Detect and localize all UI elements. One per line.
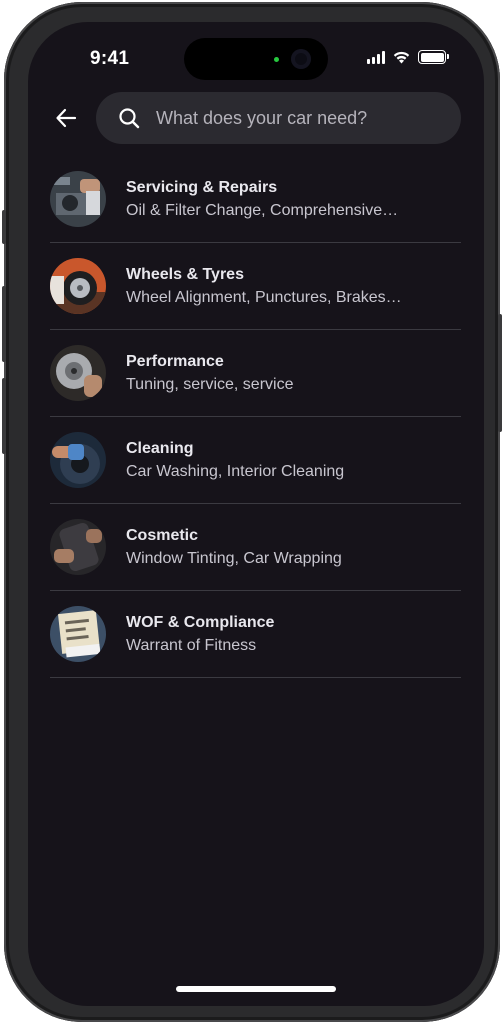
- home-indicator[interactable]: [176, 986, 336, 992]
- category-title: Cosmetic: [126, 526, 199, 544]
- back-button[interactable]: [52, 104, 80, 132]
- cosmetic-image: [50, 519, 106, 575]
- performance-image: [50, 345, 106, 401]
- category-subtitle: Car Washing, Interior Cleaning: [126, 462, 345, 480]
- category-subtitle: Oil & Filter Change, Comprehensive…: [126, 201, 399, 219]
- status-time: 9:41: [90, 48, 130, 69]
- search-input[interactable]: [154, 106, 434, 130]
- status-icons: [367, 49, 449, 65]
- battery-icon: [418, 50, 449, 64]
- privacy-indicator-icon: [274, 57, 279, 62]
- action-button: [2, 210, 6, 244]
- power-button: [498, 314, 502, 432]
- category-cosmetic[interactable]: Cosmetic Window Tinting, Car Wrapping: [50, 504, 461, 591]
- cleaning-image: [50, 432, 106, 488]
- category-title: Cleaning: [126, 439, 194, 457]
- volume-up-button: [2, 286, 6, 362]
- category-cleaning[interactable]: Cleaning Car Washing, Interior Cleaning: [50, 417, 461, 504]
- category-wheels-tyres[interactable]: Wheels & Tyres Wheel Alignment, Puncture…: [50, 243, 461, 330]
- category-subtitle: Tuning, service, service: [126, 375, 294, 393]
- wifi-icon: [393, 51, 410, 64]
- screen: 9:41 What does your car need? Servicing …: [28, 22, 484, 1006]
- wof-compliance-image: [50, 606, 106, 662]
- servicing-repairs-image: [50, 171, 106, 227]
- category-performance[interactable]: Performance Tuning, service, service: [50, 330, 461, 417]
- category-title: Wheels & Tyres: [126, 265, 244, 283]
- wheels-tyres-image: [50, 258, 106, 314]
- camera-icon: [291, 49, 311, 69]
- search-bar[interactable]: [96, 92, 461, 144]
- arrow-left-icon: [56, 108, 77, 128]
- category-title: WOF & Compliance: [126, 613, 275, 631]
- category-title: Servicing & Repairs: [126, 178, 278, 196]
- dynamic-island: [184, 38, 328, 80]
- category-wof-compliance[interactable]: WOF & Compliance Warrant of Fitness: [50, 591, 461, 678]
- search-icon: [119, 108, 140, 129]
- category-subtitle: Wheel Alignment, Punctures, Brakes…: [126, 288, 402, 306]
- category-servicing-repairs[interactable]: Servicing & Repairs Oil & Filter Change,…: [50, 156, 461, 243]
- category-list: Servicing & Repairs Oil & Filter Change,…: [50, 156, 461, 678]
- category-subtitle: Warrant of Fitness: [126, 636, 257, 654]
- phone-frame: 9:41 What does your car need? Servicing …: [2, 2, 502, 1022]
- cellular-signal-icon: [367, 50, 385, 64]
- category-subtitle: Window Tinting, Car Wrapping: [126, 549, 342, 567]
- volume-down-button: [2, 378, 6, 454]
- category-title: Performance: [126, 352, 224, 370]
